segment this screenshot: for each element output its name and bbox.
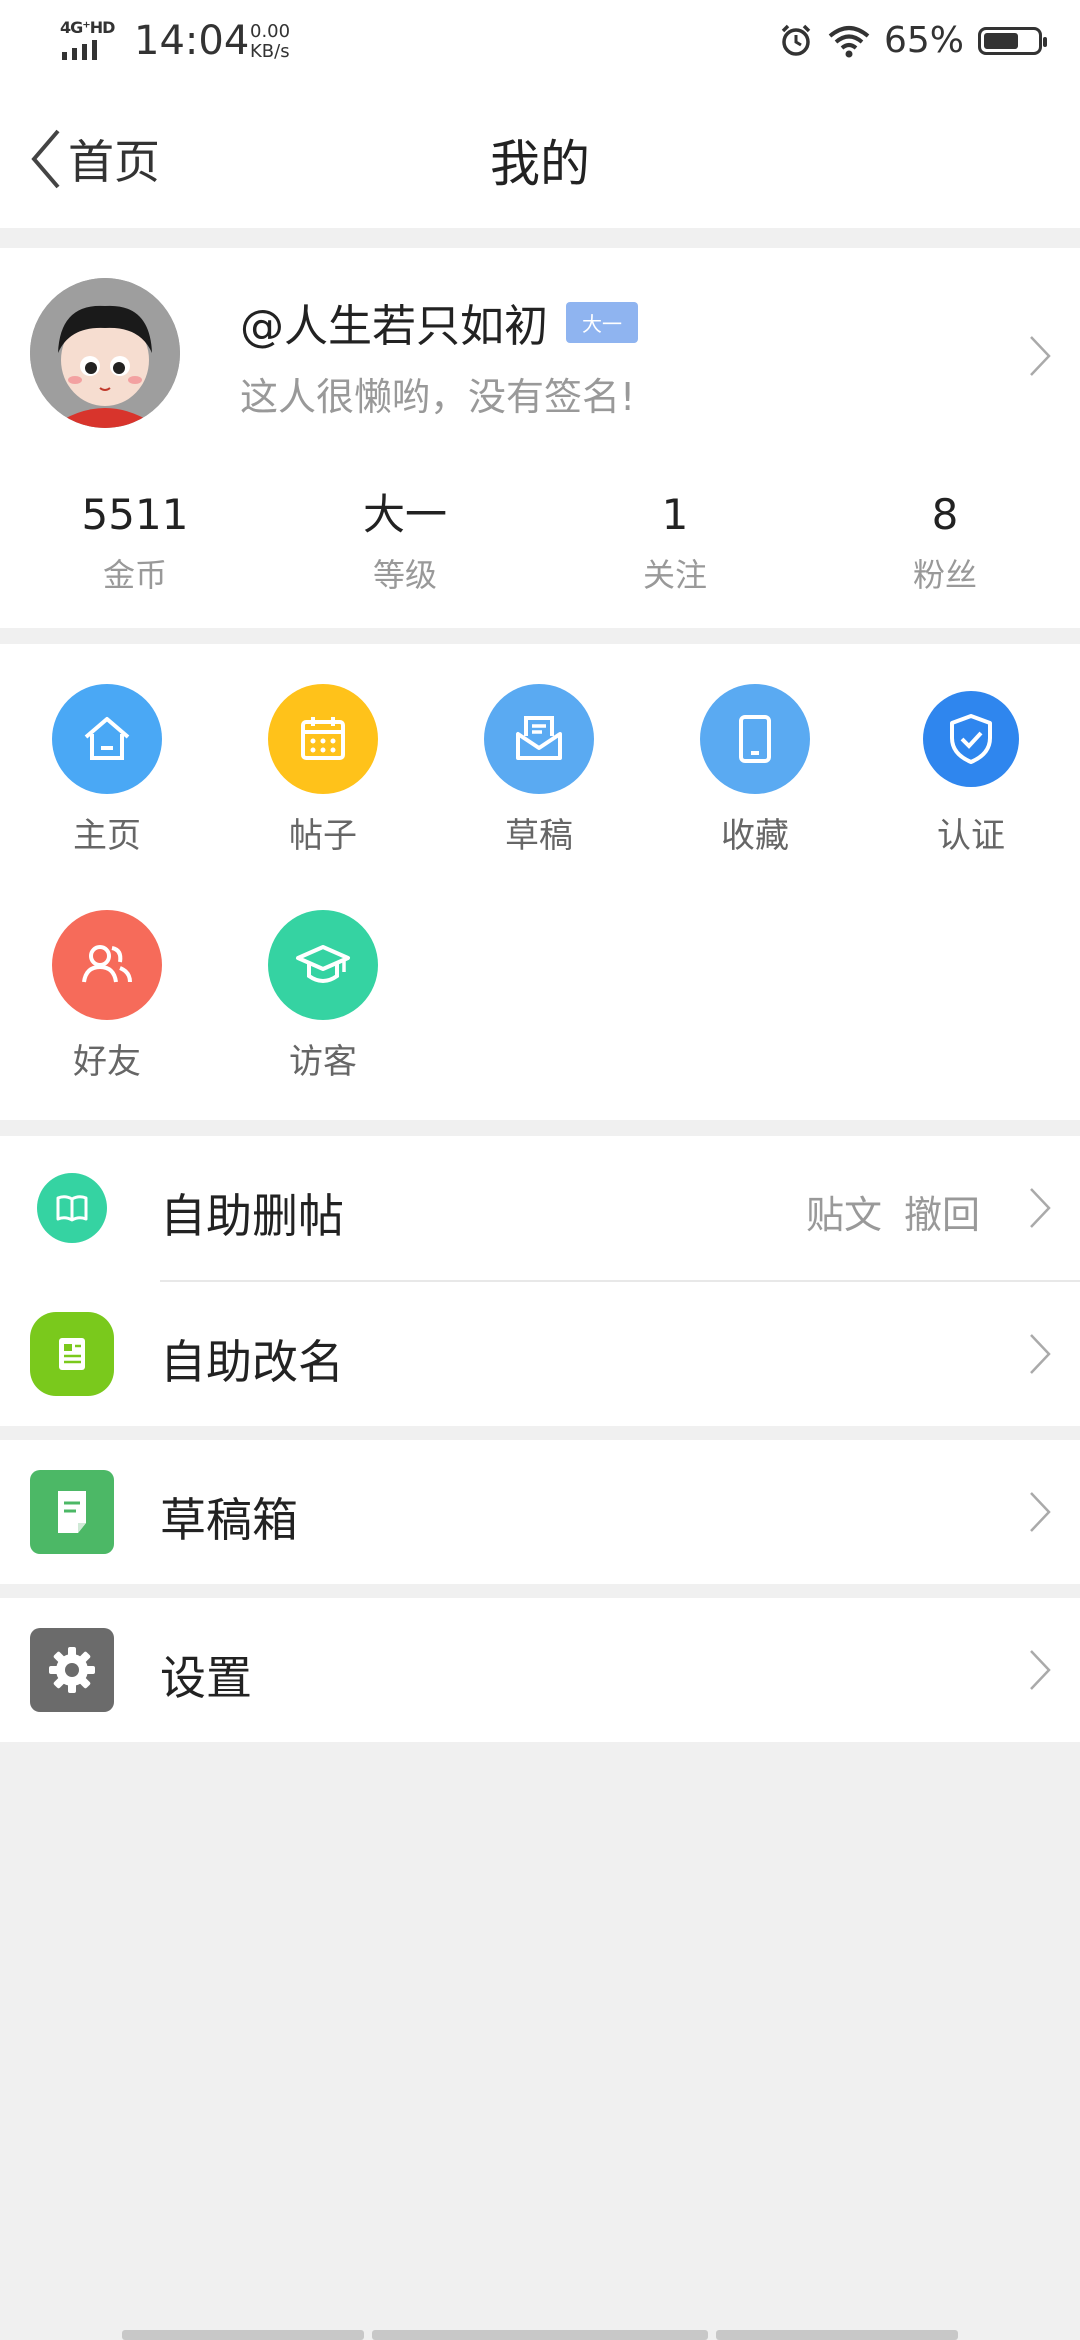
chevron-right-icon [1030, 1334, 1051, 1374]
battery-icon [978, 26, 1047, 55]
profile-card[interactable]: @人生若只如初 大一 这人很懒哟，没有签名! 5511 金币 大一 等级 1 关… [0, 248, 1080, 628]
menu-icon-wrap [30, 1628, 114, 1712]
menu-icon-wrap [30, 1166, 114, 1250]
shortcut-friends[interactable]: 好友 [27, 910, 187, 1083]
home-icon [84, 717, 130, 760]
envelope-icon [516, 716, 562, 760]
shortcut-label: 主页 [73, 816, 141, 856]
menu-label: 自助改名 [160, 1335, 344, 1389]
battery-percent: 65% [883, 20, 964, 61]
gesture-bar-right[interactable] [716, 2330, 958, 2340]
speed-unit: KB/s [250, 41, 290, 62]
menu-group-drafts: 草稿箱 [0, 1440, 1080, 1584]
menu-extra: 贴文 撤回 [806, 1184, 980, 1239]
book-icon [37, 1173, 107, 1243]
shortcut-label: 访客 [289, 1042, 357, 1082]
chevron-right-icon [1030, 336, 1051, 376]
menu-item-settings[interactable]: 设置 [0, 1598, 1080, 1742]
network-type: 4G⁺HD [60, 18, 115, 37]
menu-extra-post: 贴文 [805, 1193, 882, 1237]
graduation-cap-icon [296, 945, 350, 983]
network-speed: 0.00 KB/s [250, 22, 290, 62]
profile-stats: 5511 金币 大一 等级 1 关注 8 粉丝 [0, 488, 1080, 596]
tablet-icon [739, 715, 771, 763]
shortcut-verify[interactable]: 认证 [891, 684, 1051, 857]
stat-label: 金币 [102, 556, 167, 594]
menu-item-drafts[interactable]: 草稿箱 [0, 1440, 1080, 1584]
stat-level[interactable]: 大一 等级 [270, 488, 540, 596]
stat-following[interactable]: 1 关注 [540, 488, 810, 596]
gesture-bar-center[interactable] [372, 2330, 708, 2340]
shortcut-circle [700, 684, 810, 794]
shortcut-circle [268, 684, 378, 794]
stat-label: 关注 [642, 556, 707, 594]
friends-icon [82, 945, 132, 983]
shortcut-label: 帖子 [289, 816, 357, 856]
menu-icon-wrap [30, 1312, 114, 1396]
menu-extra-withdraw: 撤回 [903, 1193, 980, 1237]
alarm-icon [781, 24, 811, 56]
shortcut-circle [268, 910, 378, 1020]
shield-check-icon [950, 714, 992, 764]
nav-bar: 首页 我的 [0, 84, 1080, 228]
menu-item-self-delete[interactable]: 自助删帖 贴文 撤回 [0, 1136, 1080, 1280]
menu-label: 自助删帖 [160, 1189, 344, 1243]
menu-icon-wrap [30, 1470, 114, 1554]
avatar-image [30, 278, 180, 428]
chevron-right-icon [1030, 1650, 1051, 1690]
menu-group-posts: 自助删帖 贴文 撤回 自助改名 [0, 1136, 1080, 1426]
shortcut-favorites[interactable]: 收藏 [675, 684, 835, 857]
shortcut-circle [923, 691, 1019, 787]
gesture-bar-left[interactable] [122, 2330, 364, 2340]
shortcut-label: 收藏 [721, 816, 789, 856]
stat-value: 大一 [362, 490, 447, 539]
stat-coins[interactable]: 5511 金币 [0, 488, 270, 596]
shortcut-drafts[interactable]: 草稿 [459, 684, 619, 857]
menu-item-self-rename[interactable]: 自助改名 [0, 1282, 1080, 1426]
shortcut-circle [52, 910, 162, 1020]
shortcut-visitors[interactable]: 访客 [243, 910, 403, 1083]
shortcut-home[interactable]: 主页 [27, 684, 187, 857]
menu-label: 设置 [160, 1651, 252, 1705]
document-icon [30, 1470, 114, 1554]
wifi-icon [828, 25, 870, 57]
level-badge: 大一 [566, 301, 638, 343]
shortcut-circle [484, 684, 594, 794]
stat-label: 粉丝 [912, 556, 977, 594]
id-card-icon [30, 1312, 114, 1396]
chevron-right-icon [1030, 1188, 1051, 1228]
menu-group-settings: 设置 [0, 1598, 1080, 1742]
page-title: 我的 [490, 135, 590, 193]
status-bar: 4G⁺HD 14:04 0.00 KB/s 65% [0, 0, 1080, 84]
shortcut-label: 好友 [73, 1042, 141, 1082]
stat-value: 1 [661, 490, 689, 539]
user-signature: 这人很懒哟，没有签名! [240, 375, 636, 419]
menu-label: 草稿箱 [160, 1493, 298, 1547]
shortcut-label: 草稿 [505, 816, 573, 856]
stat-value: 5511 [81, 490, 189, 539]
shortcut-posts[interactable]: 帖子 [243, 684, 403, 857]
status-time: 14:04 [134, 18, 250, 64]
shortcut-label: 认证 [937, 816, 1005, 856]
calendar-icon [301, 717, 345, 760]
speed-value: 0.00 [250, 21, 291, 42]
stat-followers[interactable]: 8 粉丝 [810, 488, 1080, 596]
stat-value: 8 [931, 490, 959, 539]
avatar[interactable] [30, 278, 180, 428]
chevron-right-icon [1030, 1492, 1051, 1532]
shortcut-circle [52, 684, 162, 794]
shortcut-grid: 主页 帖子 草稿 收藏 认证 好友 访客 [0, 644, 1080, 1120]
gear-icon [30, 1628, 114, 1712]
user-name: @人生若只如初 [240, 301, 548, 352]
signal-icon: 4G⁺HD [58, 18, 118, 62]
stat-label: 等级 [372, 556, 437, 594]
